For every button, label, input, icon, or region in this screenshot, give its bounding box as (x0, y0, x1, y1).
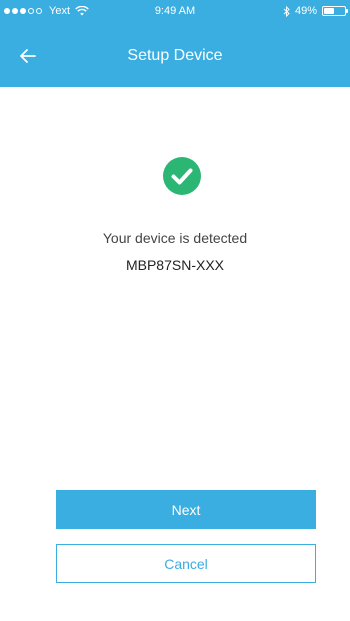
device-name: MBP87SN-XXX (125, 257, 225, 273)
status-bar: Yext 9:49 AM 49% (0, 0, 350, 22)
battery-fill (324, 8, 334, 14)
bluetooth-icon (283, 5, 290, 17)
cancel-button[interactable]: Cancel (56, 544, 316, 583)
battery-cap (346, 9, 348, 13)
device-detected-message: Your device is detected (102, 230, 248, 246)
nav-bar: Setup Device (0, 22, 350, 87)
status-right: 49% (283, 5, 348, 17)
check-circle-icon (163, 157, 201, 195)
battery-icon (322, 6, 348, 16)
page-title: Setup Device (127, 47, 223, 64)
setup-device-screen: Yext 9:49 AM 49% Setup Device Your devic… (0, 0, 350, 621)
next-button[interactable]: Next (56, 490, 316, 529)
battery-percent: 49% (294, 5, 317, 17)
